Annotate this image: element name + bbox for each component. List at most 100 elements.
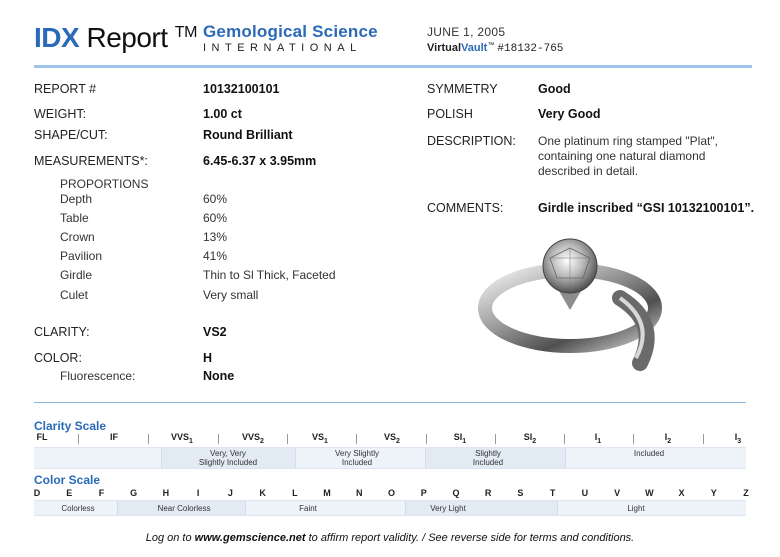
weight-label: WEIGHT: xyxy=(34,107,87,121)
clarity-band-included: Included xyxy=(633,449,665,458)
color-band-colorless: Colorless xyxy=(61,504,95,513)
color-band-very-light: Very Light xyxy=(430,504,466,513)
color-grade-h: H xyxy=(162,488,170,498)
diamond-ring-image xyxy=(478,238,662,371)
color-scale-title: Color Scale xyxy=(34,473,101,487)
depth-label: Depth xyxy=(60,192,93,206)
clarity-grade-i1: I1 xyxy=(594,432,602,445)
vault-tm: ™ xyxy=(487,42,495,49)
color-grade-e: E xyxy=(66,488,73,498)
clarity-label: CLARITY: xyxy=(34,325,90,339)
color-grade-q: Q xyxy=(452,488,460,498)
description-value: One platinum ring stamped "Plat", contai… xyxy=(538,134,718,178)
clarity-band-vs: Very Slightly Included xyxy=(334,449,380,467)
color-value: H xyxy=(203,351,213,365)
clarity-grade-si2: SI2 xyxy=(523,432,537,445)
clarity-grade-vs1: VS1 xyxy=(312,432,328,445)
color-grade-k: K xyxy=(259,488,266,498)
footer-note: Log on to www.gemscience.net to affirm r… xyxy=(0,532,780,544)
clarity-tick xyxy=(495,434,496,444)
weight-value: 1.00 ct xyxy=(203,107,242,121)
clarity-tick xyxy=(703,434,704,444)
color-grade-j: J xyxy=(227,488,233,498)
lab-subtitle: INTERNATIONAL xyxy=(203,42,362,54)
color-grade-l: L xyxy=(292,488,298,498)
pavilion-label: Pavilion xyxy=(60,249,103,263)
trademark-mark: TM xyxy=(174,24,198,41)
color-grade-m: M xyxy=(323,488,331,498)
color-grade-y: Y xyxy=(710,488,717,498)
clarity-grade-vs2: VS2 xyxy=(384,432,400,445)
report-title: IDX Report TM xyxy=(34,22,197,54)
proportions-heading: PROPORTIONS xyxy=(60,177,149,191)
clarity-grade-vvs2: VVS2 xyxy=(242,432,264,445)
color-label: COLOR: xyxy=(34,351,82,365)
report-word: Report xyxy=(86,22,168,53)
clarity-grade-i3: I3 xyxy=(734,432,742,445)
clarity-band-si: Slightly Included xyxy=(472,449,504,467)
clarity-tick xyxy=(633,434,634,444)
clarity-grade-fl: FL xyxy=(36,432,48,442)
clarity-grade-vvs1: VVS1 xyxy=(171,432,193,445)
culet-value: Very small xyxy=(203,288,259,302)
pavilion-value: 41% xyxy=(203,249,228,263)
virtual-vault-number: VirtualVault™ #18132-765 xyxy=(427,42,563,55)
description-label: DESCRIPTION: xyxy=(427,134,516,148)
clarity-tick xyxy=(78,434,79,444)
footer-site-link[interactable]: www.gemscience.net xyxy=(195,532,306,544)
comments-label: COMMENTS: xyxy=(427,201,504,215)
color-grade-z: Z xyxy=(743,488,749,498)
color-grade-p: P xyxy=(420,488,427,498)
color-band-light: Light xyxy=(627,504,645,513)
color-grade-w: W xyxy=(645,488,654,498)
color-grade-d: D xyxy=(33,488,41,498)
footer-pre: Log on to xyxy=(145,532,195,544)
measurements-value: 6.45-6.37 x 3.95mm xyxy=(203,154,317,168)
clarity-tick xyxy=(217,434,219,444)
symmetry-label: SYMMETRY xyxy=(427,82,498,96)
table-value: 60% xyxy=(203,211,228,225)
crown-label: Crown xyxy=(60,230,95,244)
color-grade-g: G xyxy=(130,488,138,498)
idx-logo-text: IDX xyxy=(34,22,80,53)
report-date: JUNE 1, 2005 xyxy=(427,25,506,39)
footer-post: to affirm report validity. / See reverse… xyxy=(305,532,635,544)
culet-label: Culet xyxy=(60,288,89,302)
girdle-label: Girdle xyxy=(60,268,93,282)
vault-number: #18132-765 xyxy=(497,43,564,55)
clarity-tick xyxy=(564,434,565,444)
report-number-label: REPORT # xyxy=(34,82,97,96)
clarity-band-vvs: Very, Very Slightly Included xyxy=(198,449,258,467)
polish-value: Very Good xyxy=(538,107,601,121)
girdle-value: Thin to Sl Thick, Faceted xyxy=(203,268,336,282)
vault-brand-a: Virtual xyxy=(427,42,462,54)
polish-label: POLISH xyxy=(427,107,473,121)
fluorescence-value: None xyxy=(203,369,235,383)
shape-value: Round Brilliant xyxy=(203,128,293,142)
vault-brand-b: Vault xyxy=(461,42,488,54)
section-divider xyxy=(34,402,746,403)
clarity-tick xyxy=(426,434,427,444)
clarity-grade-si1: SI1 xyxy=(453,432,467,445)
color-grade-v: V xyxy=(614,488,621,498)
color-grade-n: N xyxy=(356,488,363,498)
depth-value: 60% xyxy=(203,192,228,206)
color-grade-u: U xyxy=(581,488,589,498)
color-grade-t: T xyxy=(549,488,556,498)
clarity-value: VS2 xyxy=(203,325,227,339)
clarity-tick xyxy=(286,434,288,444)
table-label: Table xyxy=(60,211,89,225)
measurements-label: MEASUREMENTS*: xyxy=(34,154,148,168)
shape-label: SHAPE/CUT: xyxy=(34,128,108,142)
color-band-faint: Faint xyxy=(299,504,317,513)
color-grade-s: S xyxy=(517,488,524,498)
clarity-tick xyxy=(148,434,149,444)
color-grade-i: I xyxy=(196,488,200,498)
clarity-scale-title: Clarity Scale xyxy=(34,419,107,433)
color-grade-f: F xyxy=(98,488,105,498)
symmetry-value: Good xyxy=(538,82,571,96)
clarity-grade-i2: I2 xyxy=(664,432,672,445)
clarity-tick xyxy=(356,434,357,444)
fluorescence-label: Fluorescence: xyxy=(60,369,136,383)
report-number-value: 10132100101 xyxy=(203,82,280,96)
